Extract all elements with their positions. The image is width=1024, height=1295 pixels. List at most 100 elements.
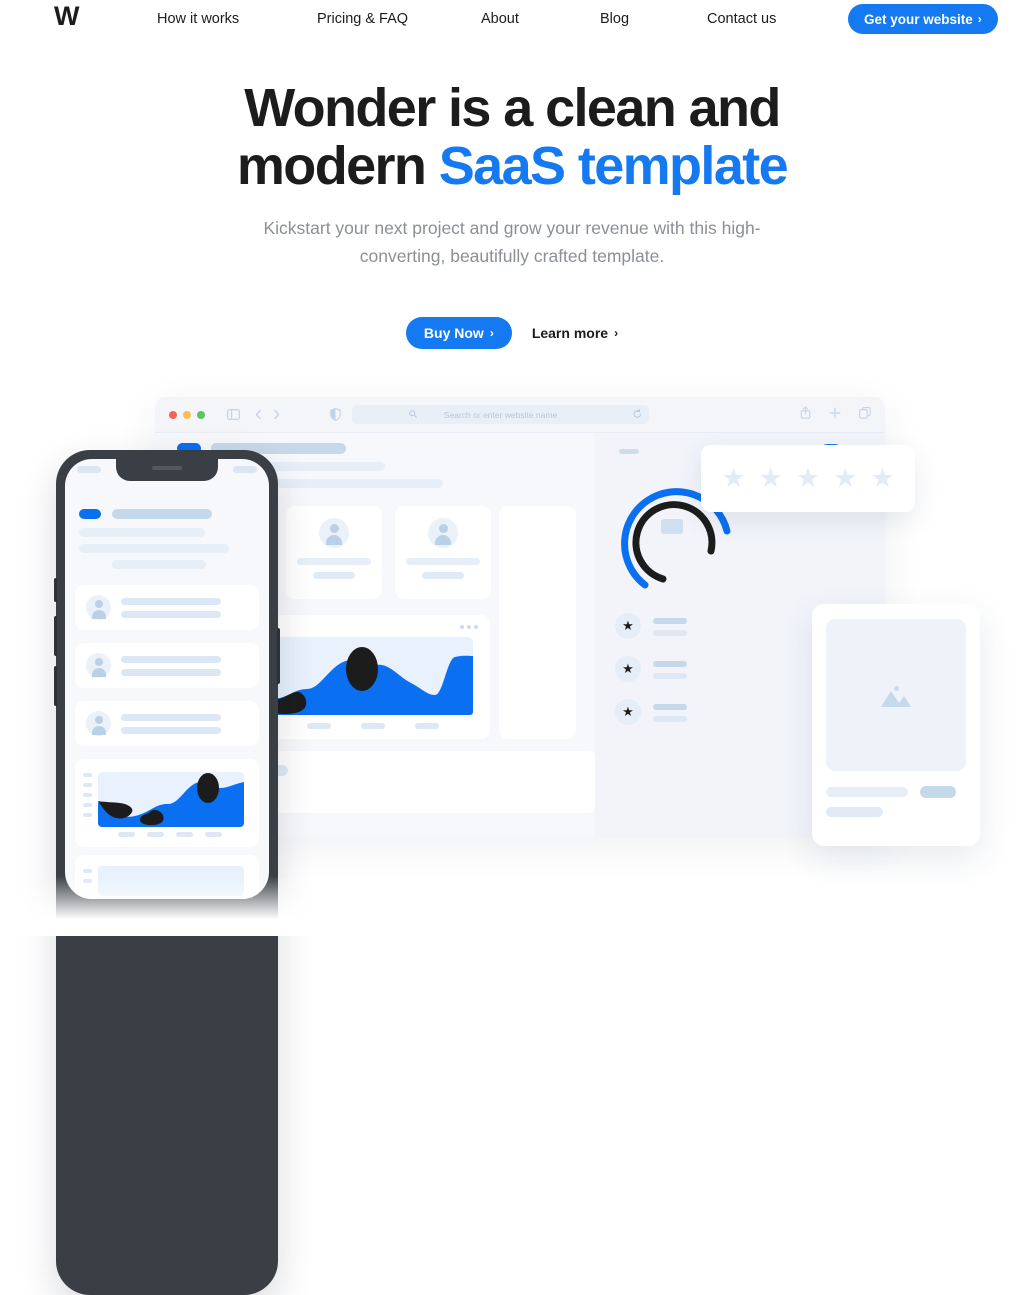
phone-list-item[interactable] [75,585,259,630]
skeleton-line [121,714,221,721]
search-icon [409,410,417,420]
skeleton-line [653,661,687,667]
share-icon[interactable] [800,405,811,424]
star-icon: ★ [721,463,746,493]
skeleton-line [121,727,221,734]
star-rating-card[interactable]: ★ ★ ★ ★ ★ [701,445,915,512]
star-icon: ★ [615,613,641,639]
star-icon: ★ [833,463,858,493]
sidebar-icon[interactable] [227,409,240,420]
phone-area-chart-card[interactable] [75,759,259,847]
list-item[interactable]: ★ [615,699,745,729]
window-traffic-lights [169,410,205,419]
hero-cta-row: Buy Now › Learn more › [0,317,1024,350]
learn-more-label: Learn more [531,325,609,342]
star-icon: ★ [795,463,821,493]
minimize-window-icon[interactable] [183,410,191,419]
star-icon: ★ [615,656,641,682]
nav-item-pricing-faq[interactable]: Pricing & FAQ [317,11,408,27]
top-navbar: W How it works Pricing & FAQ About Blog … [0,0,1024,46]
skeleton-line [112,560,206,569]
skeleton-line [422,572,464,579]
new-tab-icon[interactable] [829,406,841,424]
avatar [86,711,111,736]
image-preview-card[interactable] [812,604,980,846]
phone-list-item[interactable] [75,701,259,746]
skeleton-line [653,630,687,636]
phone-mute-switch [54,578,57,602]
hero-subtitle-line2: converting, beautifully crafted template… [359,245,665,266]
list-item[interactable]: ★ [615,656,745,686]
card-menu-icon[interactable] [460,625,478,629]
user-card[interactable] [286,506,382,599]
maximize-window-icon[interactable] [197,410,205,419]
address-bar[interactable]: Search or enter website name [352,405,649,424]
skeleton-line [121,611,221,618]
hero-section: Wonder is a clean and modern SaaS templa… [0,78,1024,350]
brand-logo[interactable]: W [54,3,79,30]
skeleton-line [653,673,687,679]
close-window-icon[interactable] [169,410,177,419]
empty-panel-card[interactable] [499,506,576,739]
skeleton-line [653,716,687,722]
star-icon: ★ [615,699,641,725]
skeleton-line [297,558,371,565]
skeleton-line [406,558,480,565]
hero-heading-line2: modern [236,135,439,196]
avatar [86,595,111,620]
page-title: Wonder is a clean and modern SaaS templa… [0,78,1024,196]
browser-nav-arrows[interactable] [255,409,283,420]
reload-icon[interactable] [633,408,642,421]
phone-list-item[interactable] [75,643,259,688]
phone-bottom-card[interactable] [75,855,259,899]
nav-item-about[interactable]: About [481,11,519,27]
skeleton-line [79,544,229,553]
list-item[interactable]: ★ [615,613,745,643]
hero-subtitle: Kickstart your next project and grow you… [0,214,1024,271]
skeleton-label [619,449,639,454]
skeleton-pill [920,786,956,798]
status-bar-left [77,466,101,473]
skeleton-line [653,618,687,624]
phone-volume-down-button [54,666,57,706]
hero-heading-accent: SaaS template [438,135,789,196]
star-icon: ★ [758,463,783,493]
skeleton-line [121,669,221,676]
get-your-website-button[interactable]: Get your website › [848,4,998,34]
browser-toolbar: Search or enter website name [155,397,885,433]
phone-mockup [54,450,280,1295]
avatar [319,518,349,548]
skeleton-line [121,598,221,605]
skeleton-line [653,704,687,710]
product-mockup-stage: Search or enter website name ★ ★ ★ ★ ★ ★… [0,390,1024,1295]
browser-actions [800,405,871,424]
chevron-right-icon: › [614,326,619,341]
shield-icon[interactable] [330,408,341,421]
nav-item-blog[interactable]: Blog [600,11,629,27]
buy-now-label: Buy Now [423,325,484,342]
avatar [86,653,111,678]
skeleton-line [826,787,908,797]
buy-now-button[interactable]: Buy Now › [405,317,512,350]
chart-center-placeholder [661,519,683,534]
tabs-overview-icon[interactable] [859,406,871,424]
hero-subtitle-line1: Kickstart your next project and grow you… [263,217,761,238]
image-icon [881,686,911,707]
skeleton-title [112,509,212,519]
nav-item-how-it-works[interactable]: How it works [157,11,239,27]
phone-screen [65,459,269,899]
avatar [428,518,458,548]
phone-power-button [277,628,280,684]
skeleton-line [79,528,205,537]
star-icon: ★ [870,463,895,493]
user-card[interactable] [395,506,491,599]
chevron-right-icon: › [489,326,494,341]
accent-badge [79,509,101,519]
skeleton-line [121,656,221,663]
get-your-website-label: Get your website [864,11,973,27]
learn-more-button[interactable]: Learn more › [532,325,618,341]
nav-item-contact-us[interactable]: Contact us [707,11,776,27]
phone-volume-up-button [54,616,57,656]
image-placeholder [826,619,966,771]
hero-heading-line1: Wonder is a clean and [244,78,781,138]
